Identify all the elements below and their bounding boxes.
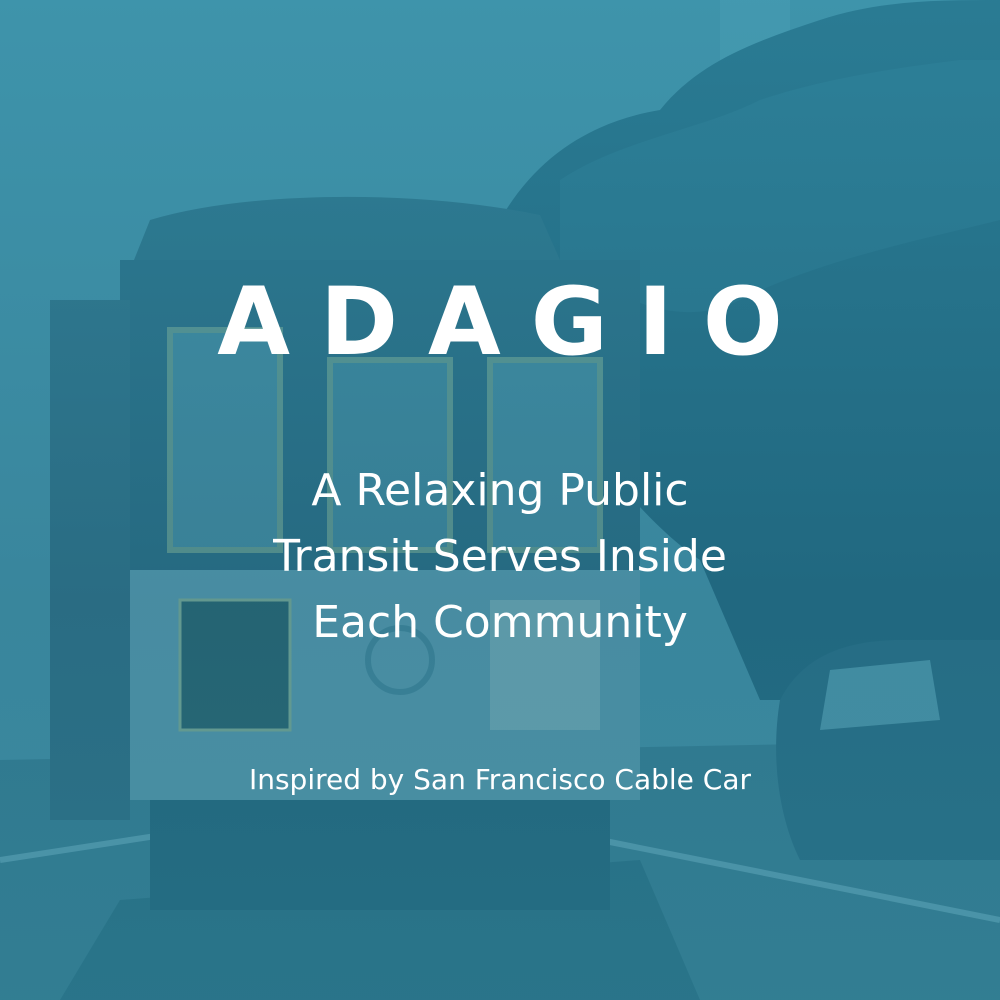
tagline-line: A Relaxing Public <box>311 465 689 516</box>
inspiration-caption: Inspired by San Francisco Cable Car <box>248 763 752 796</box>
tagline-line: Each Community <box>312 597 688 648</box>
brand-title: ADAGIO <box>217 268 813 377</box>
tagline: A Relaxing Public Transit Serves Inside … <box>0 458 1000 656</box>
poster: ADAGIO A Relaxing Public Transit Serves … <box>0 0 1000 1000</box>
tagline-line: Transit Serves Inside <box>273 531 727 582</box>
